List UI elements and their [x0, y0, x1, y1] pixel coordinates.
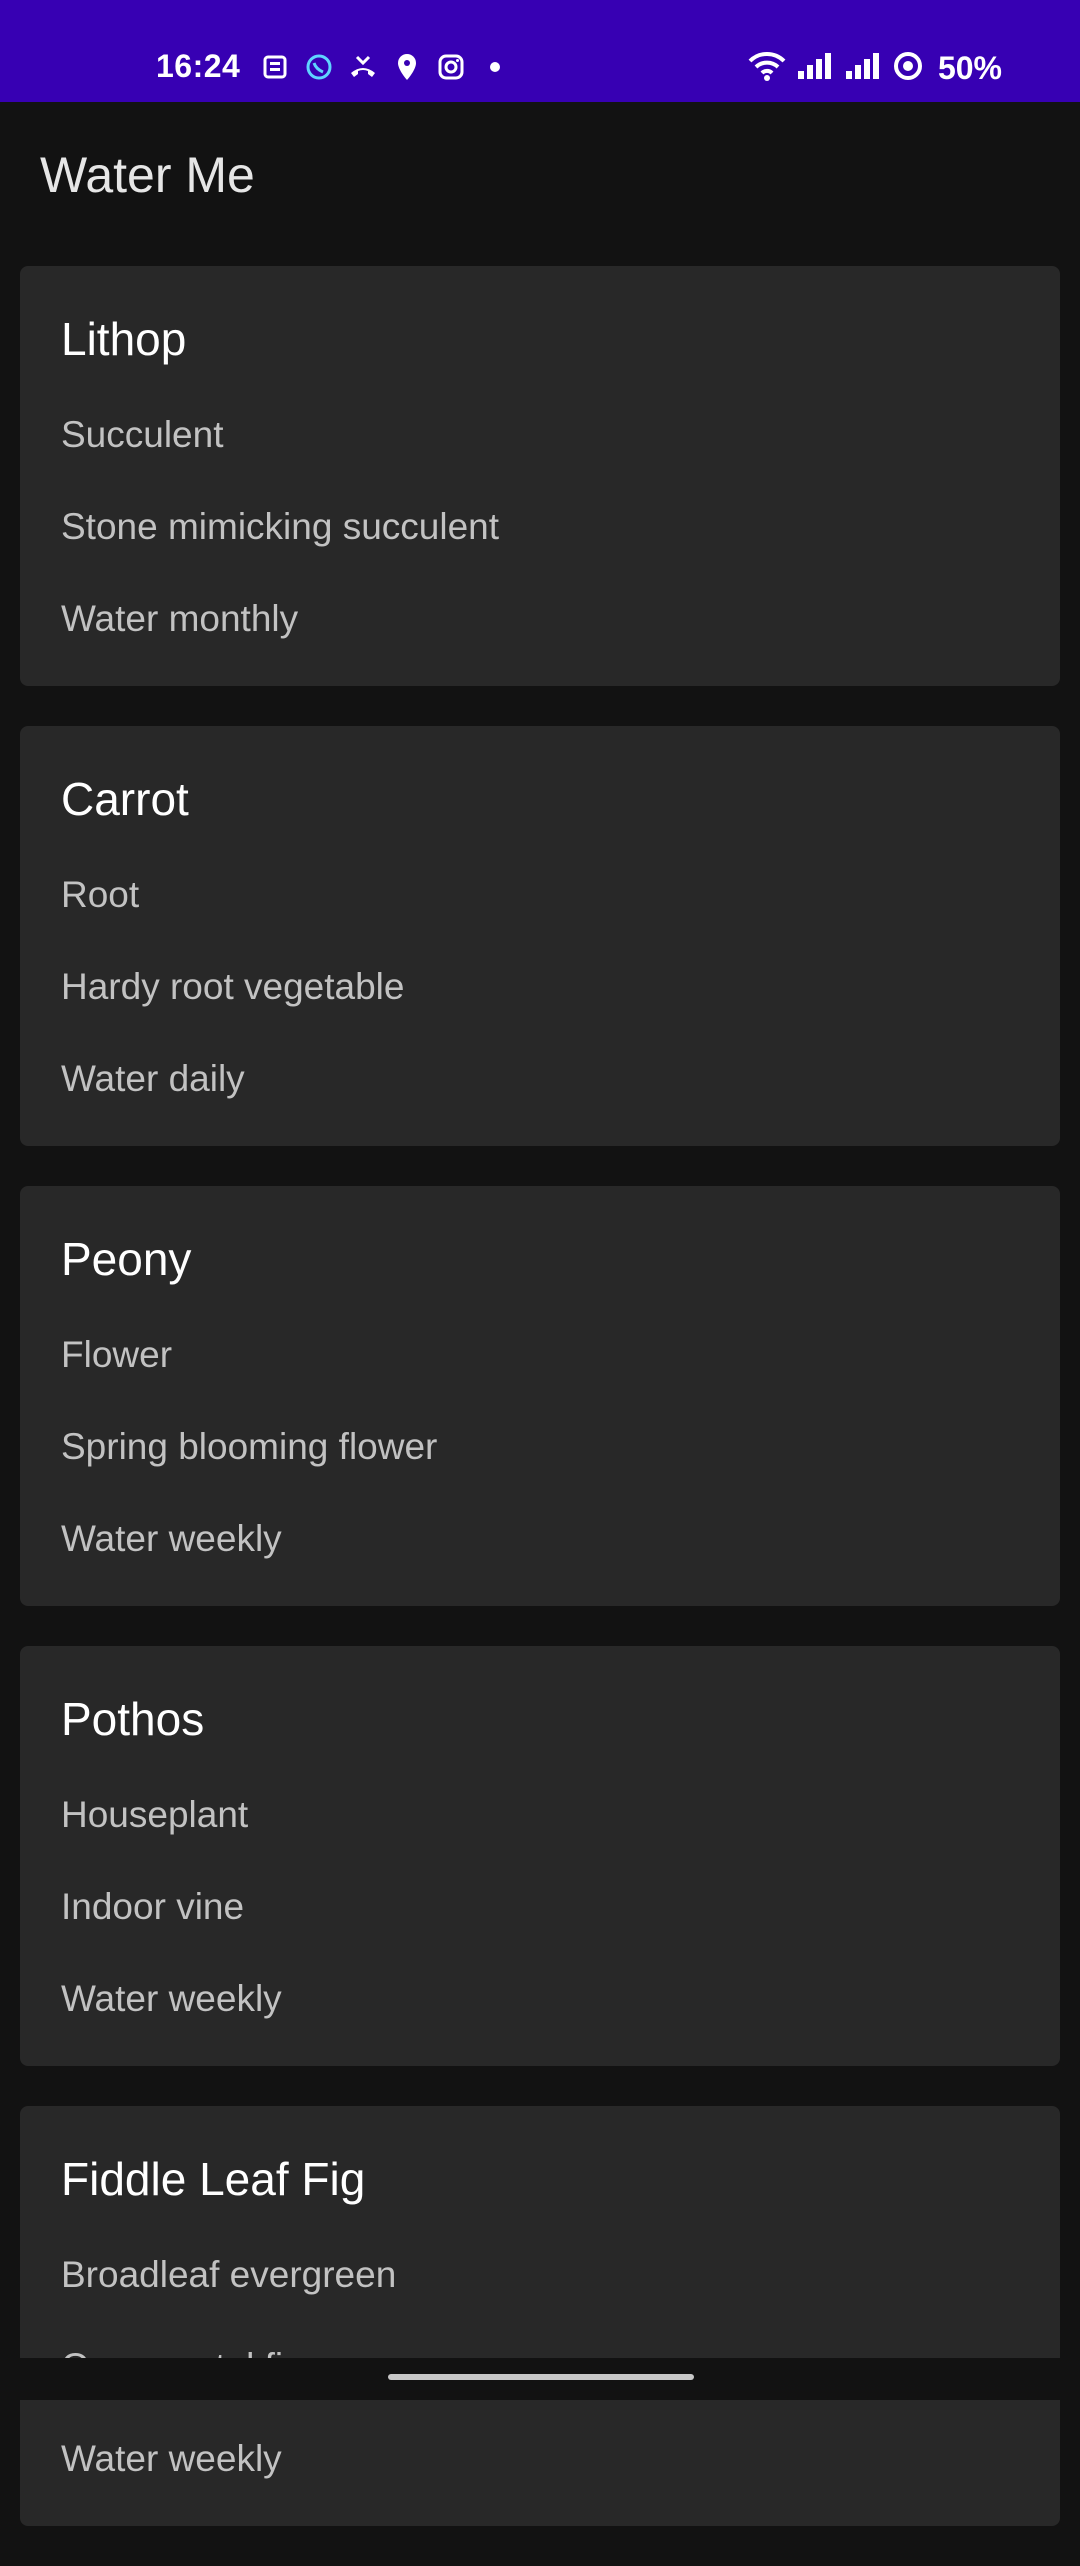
plant-type: Flower: [61, 1334, 173, 1375]
plant-name: Lithop: [61, 313, 187, 365]
plant-card[interactable]: Fiddle Leaf Fig Broadleaf evergreen Orna…: [20, 2106, 1060, 2526]
plant-card[interactable]: Lithop Succulent Stone mimicking succule…: [20, 266, 1060, 686]
plant-type: Houseplant: [61, 1794, 249, 1835]
plant-description: Stone mimicking succulent: [61, 506, 500, 547]
plant-schedule: Water weekly: [61, 1518, 282, 1559]
plant-description: Spring blooming flower: [61, 1426, 438, 1467]
dot-icon: [480, 52, 510, 82]
status-time: 16:24: [156, 48, 241, 84]
instagram-icon: [436, 52, 466, 82]
app-title: Water Me: [40, 147, 255, 203]
notification-icons: [260, 52, 510, 82]
plant-type: Root: [61, 874, 140, 915]
plant-type: Broadleaf evergreen: [61, 2254, 397, 2295]
plant-schedule: Water weekly: [61, 1978, 282, 2019]
battery-ring-icon: [892, 50, 924, 87]
plant-name: Carrot: [61, 773, 189, 825]
plant-type: Succulent: [61, 414, 224, 455]
plant-name: Peony: [61, 1233, 192, 1285]
plant-description: Hardy root vegetable: [61, 966, 405, 1007]
plant-schedule: Water daily: [61, 1058, 245, 1099]
location-pin-icon: [392, 52, 422, 82]
signal-icon: [844, 51, 882, 86]
plant-name: Fiddle Leaf Fig: [61, 2153, 366, 2205]
plant-list[interactable]: Lithop Succulent Stone mimicking succule…: [20, 266, 1060, 2566]
plant-card[interactable]: Peony Flower Spring blooming flower Wate…: [20, 1186, 1060, 1606]
status-bar: 16:24 50%: [0, 0, 1080, 102]
plant-schedule: Water weekly: [61, 2438, 282, 2479]
plant-schedule: Water monthly: [61, 598, 299, 639]
system-icons: 50%: [748, 50, 1002, 87]
signal-icon: [796, 51, 834, 86]
home-gesture-handle[interactable]: [388, 2374, 694, 2380]
plant-description: Indoor vine: [61, 1886, 245, 1927]
news-icon: [260, 52, 290, 82]
wifi-icon: [748, 50, 786, 87]
plant-name: Pothos: [61, 1693, 205, 1745]
battery-percent: 50%: [937, 50, 1002, 86]
whatsapp-icon: [304, 52, 334, 82]
app-bar: Water Me: [0, 102, 1080, 252]
plant-card[interactable]: Pothos Houseplant Indoor vine Water week…: [20, 1646, 1060, 2066]
missed-call-icon: [348, 52, 378, 82]
plant-card[interactable]: Carrot Root Hardy root vegetable Water d…: [20, 726, 1060, 1146]
